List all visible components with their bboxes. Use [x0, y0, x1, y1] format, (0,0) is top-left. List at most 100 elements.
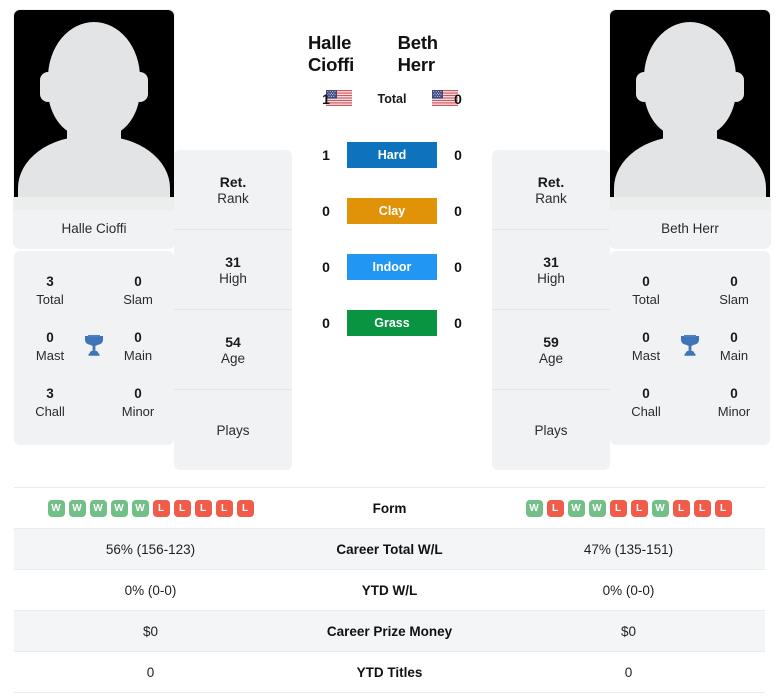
left-ytd_wl-value: 0% (0-0) — [124, 582, 177, 598]
left-player-avatar-card[interactable]: Halle Cioffi — [14, 10, 174, 248]
right-ytd_titles-value: 0 — [624, 664, 633, 680]
right-titles-mast: 0 Mast — [622, 329, 670, 365]
left-titles-main-value: 0 — [134, 330, 142, 346]
form-badge-loss[interactable]: L — [630, 499, 648, 517]
left-titles-minor: 0 Minor — [114, 385, 162, 421]
silhouette-shoulders-icon — [18, 136, 170, 198]
form-badge-win[interactable]: W — [567, 499, 585, 517]
form-badge-loss[interactable]: L — [152, 499, 170, 517]
right-titles-slam-value: 0 — [730, 274, 738, 290]
left-titles-main: 0 Main — [114, 329, 162, 365]
left-career_total_wl-value: 56% (156-123) — [105, 541, 196, 557]
left-player-name: Halle Cioffi — [308, 32, 355, 75]
surface-row-total: 1 Total 0 — [292, 84, 492, 114]
left-age-label: Age — [220, 350, 246, 366]
right-rank-cell: Ret. Rank — [492, 150, 610, 230]
right-player-avatar-card[interactable]: Beth Herr — [610, 10, 770, 248]
left-ytd_titles-value: 0 — [146, 664, 155, 680]
silhouette-ear-left-icon — [636, 72, 652, 102]
surface-indoor-bar[interactable]: Indoor — [347, 254, 437, 280]
surface-indoor-right-count: 0 — [454, 259, 462, 275]
stat-label: YTD Titles — [356, 664, 423, 680]
left-player-column: Halle Cioffi 3 Total 0 Slam 0 Mast 0 Mai… — [14, 10, 174, 445]
right-player-name: Beth Herr — [397, 32, 439, 75]
surface-row-indoor: 0 Indoor 0 — [292, 252, 492, 282]
form-badge-loss[interactable]: L — [609, 499, 627, 517]
surface-clay-bar[interactable]: Clay — [347, 198, 437, 224]
right-rank-value: Ret. — [537, 173, 565, 190]
silhouette-head-icon — [644, 22, 736, 138]
left-titles-total: 3 Total — [26, 273, 74, 309]
right-career_prize_money-value: $0 — [620, 623, 637, 639]
right-titles-row-3: 0 Chall 0 Minor — [610, 375, 770, 431]
form-badge-win[interactable]: W — [89, 499, 107, 517]
surface-row-clay: 0 Clay 0 — [292, 196, 492, 226]
left-titles-chall-label: Chall — [35, 404, 65, 420]
right-high-value: 31 — [543, 253, 559, 270]
left-rank-label: Rank — [217, 190, 249, 206]
form-badge-loss[interactable]: L — [714, 499, 732, 517]
left-titles-chall-value: 3 — [46, 386, 54, 402]
right-titles-total-value: 0 — [642, 274, 650, 290]
surface-hard-left-count: 1 — [322, 147, 330, 163]
player-comparison-page: Halle Cioffi 3 Total 0 Slam 0 Mast 0 Mai… — [0, 0, 779, 699]
stat-label: Career Prize Money — [326, 623, 453, 639]
form-badge-loss[interactable]: L — [215, 499, 233, 517]
right-age-cell: 59 Age — [492, 310, 610, 390]
form-badge-win[interactable]: W — [110, 499, 128, 517]
silhouette-ear-right-icon — [132, 72, 148, 102]
left-player-card-name: Halle Cioffi — [14, 210, 174, 248]
right-player-card-name: Beth Herr — [610, 210, 770, 248]
form-badge-win[interactable]: W — [68, 499, 86, 517]
right-titles-minor-label: Minor — [717, 404, 751, 420]
form-badge-win[interactable]: W — [588, 499, 606, 517]
form-badge-win[interactable]: W — [131, 499, 149, 517]
form-badge-loss[interactable]: L — [173, 499, 191, 517]
right-player-info-column: Ret. Rank 31 High 59 Age Plays — [492, 150, 610, 470]
left-titles-row-2: 0 Mast 0 Main — [14, 319, 174, 375]
left-titles-chall: 3 Chall — [26, 385, 74, 421]
right-titles-chall-value: 0 — [642, 386, 650, 402]
right-titles-mast-value: 0 — [642, 330, 650, 346]
surface-indoor-left-count: 0 — [322, 259, 330, 275]
surface-hard-bar[interactable]: Hard — [347, 142, 437, 168]
left-titles-mast-value: 0 — [46, 330, 54, 346]
form-badge-loss[interactable]: L — [693, 499, 711, 517]
right-titles-total: 0 Total — [622, 273, 670, 309]
left-player-info-column: Ret. Rank 31 High 54 Age Plays — [174, 150, 292, 470]
right-age-label: Age — [538, 350, 564, 366]
left-age-value: 54 — [225, 333, 241, 350]
right-high-label: High — [537, 270, 565, 286]
form-badge-win[interactable]: W — [651, 499, 669, 517]
left-player-photo — [14, 10, 174, 210]
table-row: 0 YTD Titles 0 — [14, 652, 765, 693]
left-titles-minor-value: 0 — [134, 386, 142, 402]
stat-label: Career Total W/L — [336, 541, 443, 557]
form-badge-win[interactable]: W — [525, 499, 543, 517]
right-titles-row-2: 0 Mast 0 Main — [610, 319, 770, 375]
right-player-column: Beth Herr 0 Total 0 Slam 0 Mast 0 Main 0… — [610, 10, 770, 445]
surface-grass-bar[interactable]: Grass — [347, 310, 437, 336]
right-titles-slam-label: Slam — [719, 292, 749, 308]
surface-total-bar[interactable]: Total — [347, 86, 437, 112]
form-badge-loss[interactable]: L — [236, 499, 254, 517]
right-titles-slam: 0 Slam — [710, 273, 758, 309]
right-player-info-card: Ret. Rank 31 High 59 Age Plays — [492, 150, 610, 470]
form-badge-win[interactable]: W — [47, 499, 65, 517]
right-titles-main-label: Main — [719, 348, 749, 364]
surface-comparison-column: Halle Cioffi Beth Herr 1 Total 0 1 Hard … — [292, 10, 492, 338]
left-high-cell: 31 High — [174, 230, 292, 310]
trophy-icon — [673, 333, 707, 362]
form-badge-loss[interactable]: L — [546, 499, 564, 517]
right-high-cell: 31 High — [492, 230, 610, 310]
table-row: W W W W W L L L L L Form W L W W L L W L L L — [14, 488, 765, 529]
right-titles-chall-label: Chall — [631, 404, 661, 420]
right-form-cell: WLWWLLWLLL — [492, 499, 765, 517]
form-badge-loss[interactable]: L — [194, 499, 212, 517]
left-plays-label: Plays — [216, 422, 250, 438]
left-rank-cell: Ret. Rank — [174, 150, 292, 230]
right-titles-minor: 0 Minor — [710, 385, 758, 421]
form-badge-loss[interactable]: L — [672, 499, 690, 517]
left-titles-row-1: 3 Total 0 Slam — [14, 263, 174, 319]
surface-grass-right-count: 0 — [454, 315, 462, 331]
